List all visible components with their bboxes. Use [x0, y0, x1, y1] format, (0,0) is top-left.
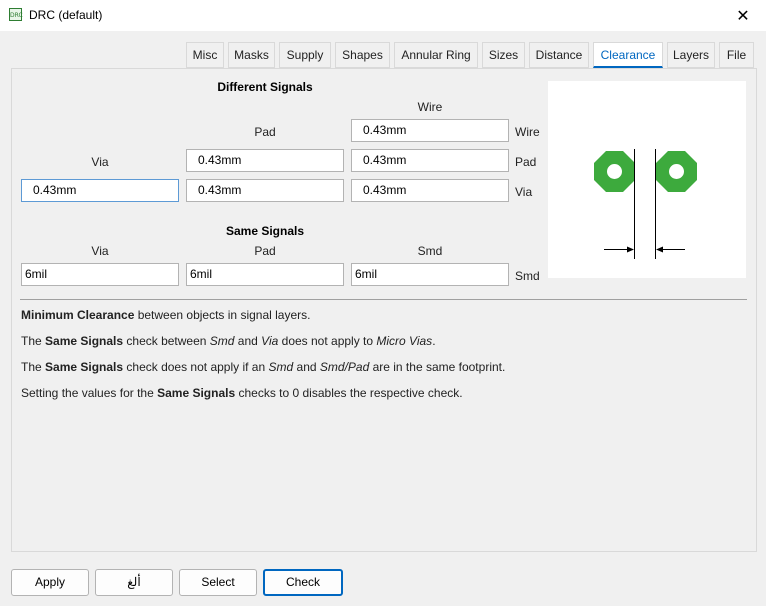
info-text: checks to 0 disables the respective chec…: [235, 386, 463, 400]
info-italic: Smd: [268, 360, 294, 374]
via-wire-field[interactable]: 0.43mm: [351, 179, 509, 202]
same-col-label-smd: Smd: [417, 244, 443, 258]
same-col-label-via: Via: [91, 244, 109, 258]
info-text: and: [293, 360, 320, 374]
window-title: DRC (default): [29, 8, 103, 22]
row-label-pad: Pad: [515, 155, 537, 169]
row-label-via: Via: [515, 185, 533, 199]
col-label-wire: Wire: [417, 100, 443, 114]
info-bold: Minimum Clearance: [21, 308, 135, 322]
info-italic: Smd/Pad: [319, 360, 370, 374]
info-line-3: The Same Signals check does not apply if…: [21, 360, 505, 374]
info-italic: Via: [261, 334, 279, 348]
col-label-pad: Pad: [254, 125, 276, 139]
right-pad-drill: [669, 164, 684, 179]
info-text: The: [21, 334, 46, 348]
col-label-via: Via: [91, 155, 109, 169]
section-divider: [20, 299, 747, 300]
left-pad-drill: [607, 164, 622, 179]
info-text: does not apply to: [278, 334, 377, 348]
pad-pad-field[interactable]: 0.43mm: [186, 149, 344, 172]
tab-distance[interactable]: Distance: [529, 42, 589, 68]
right-arrow-head: [656, 246, 663, 253]
clearance-diagram: [594, 149, 697, 259]
info-bold: Same Signals: [45, 334, 124, 348]
via-via-field[interactable]: 0.43mm: [21, 179, 179, 202]
info-text: are in the same footprint.: [369, 360, 506, 374]
info-text: and: [234, 334, 262, 348]
tab-masks[interactable]: Masks: [228, 42, 275, 68]
wire-wire-field[interactable]: 0.43mm: [351, 119, 509, 142]
same-row-label-smd: Smd: [515, 269, 540, 283]
info-line-1: Minimum Clearance between objects in sig…: [21, 308, 310, 322]
apply-button[interactable]: Apply: [11, 569, 89, 596]
tab-file[interactable]: File: [719, 42, 754, 68]
tab-sizes[interactable]: Sizes: [482, 42, 525, 68]
tab-shapes[interactable]: Shapes: [335, 42, 390, 68]
info-text: .: [432, 334, 436, 348]
tab-annular-ring[interactable]: Annular Ring: [394, 42, 478, 68]
info-bold: Same Signals: [45, 360, 124, 374]
different-signals-heading: Different Signals: [217, 80, 313, 94]
info-bold: Same Signals: [157, 386, 236, 400]
row-label-wire: Wire: [515, 125, 540, 139]
cancel-button[interactable]: ألغ: [95, 569, 173, 596]
tab-clearance[interactable]: Clearance: [593, 42, 663, 68]
drc-app-icon: DRC: [9, 8, 23, 21]
info-italic: Smd: [209, 334, 235, 348]
title-bar: DRC DRC (default) ✕: [0, 0, 766, 31]
info-line-2: The Same Signals check between Smd and V…: [21, 334, 436, 348]
via-pad-field[interactable]: 0.43mm: [186, 179, 344, 202]
left-arrow-head: [627, 246, 634, 253]
select-button[interactable]: Select: [179, 569, 257, 596]
same-smd-field[interactable]: 6mil: [351, 263, 509, 286]
tab-bar: Misc Masks Supply Shapes Annular Ring Si…: [0, 42, 766, 69]
same-pad-field[interactable]: 6mil: [186, 263, 344, 286]
info-text: Setting the values for the: [21, 386, 158, 400]
tab-misc[interactable]: Misc: [186, 42, 224, 68]
same-col-label-pad: Pad: [254, 244, 276, 258]
info-text: between objects in signal layers.: [134, 308, 311, 322]
pad-wire-field[interactable]: 0.43mm: [351, 149, 509, 172]
info-line-4: Setting the values for the Same Signals …: [21, 386, 463, 400]
same-via-field[interactable]: 6mil: [21, 263, 179, 286]
check-button[interactable]: Check: [263, 569, 343, 596]
clearance-preview: [548, 81, 746, 278]
info-text: check between: [123, 334, 210, 348]
info-text: check does not apply if an: [123, 360, 269, 374]
close-button[interactable]: ✕: [720, 0, 766, 31]
info-italic: Micro Vias: [376, 334, 433, 348]
tab-supply[interactable]: Supply: [279, 42, 331, 68]
same-signals-heading: Same Signals: [225, 224, 305, 238]
info-text: The: [21, 360, 46, 374]
tab-layers[interactable]: Layers: [667, 42, 715, 68]
